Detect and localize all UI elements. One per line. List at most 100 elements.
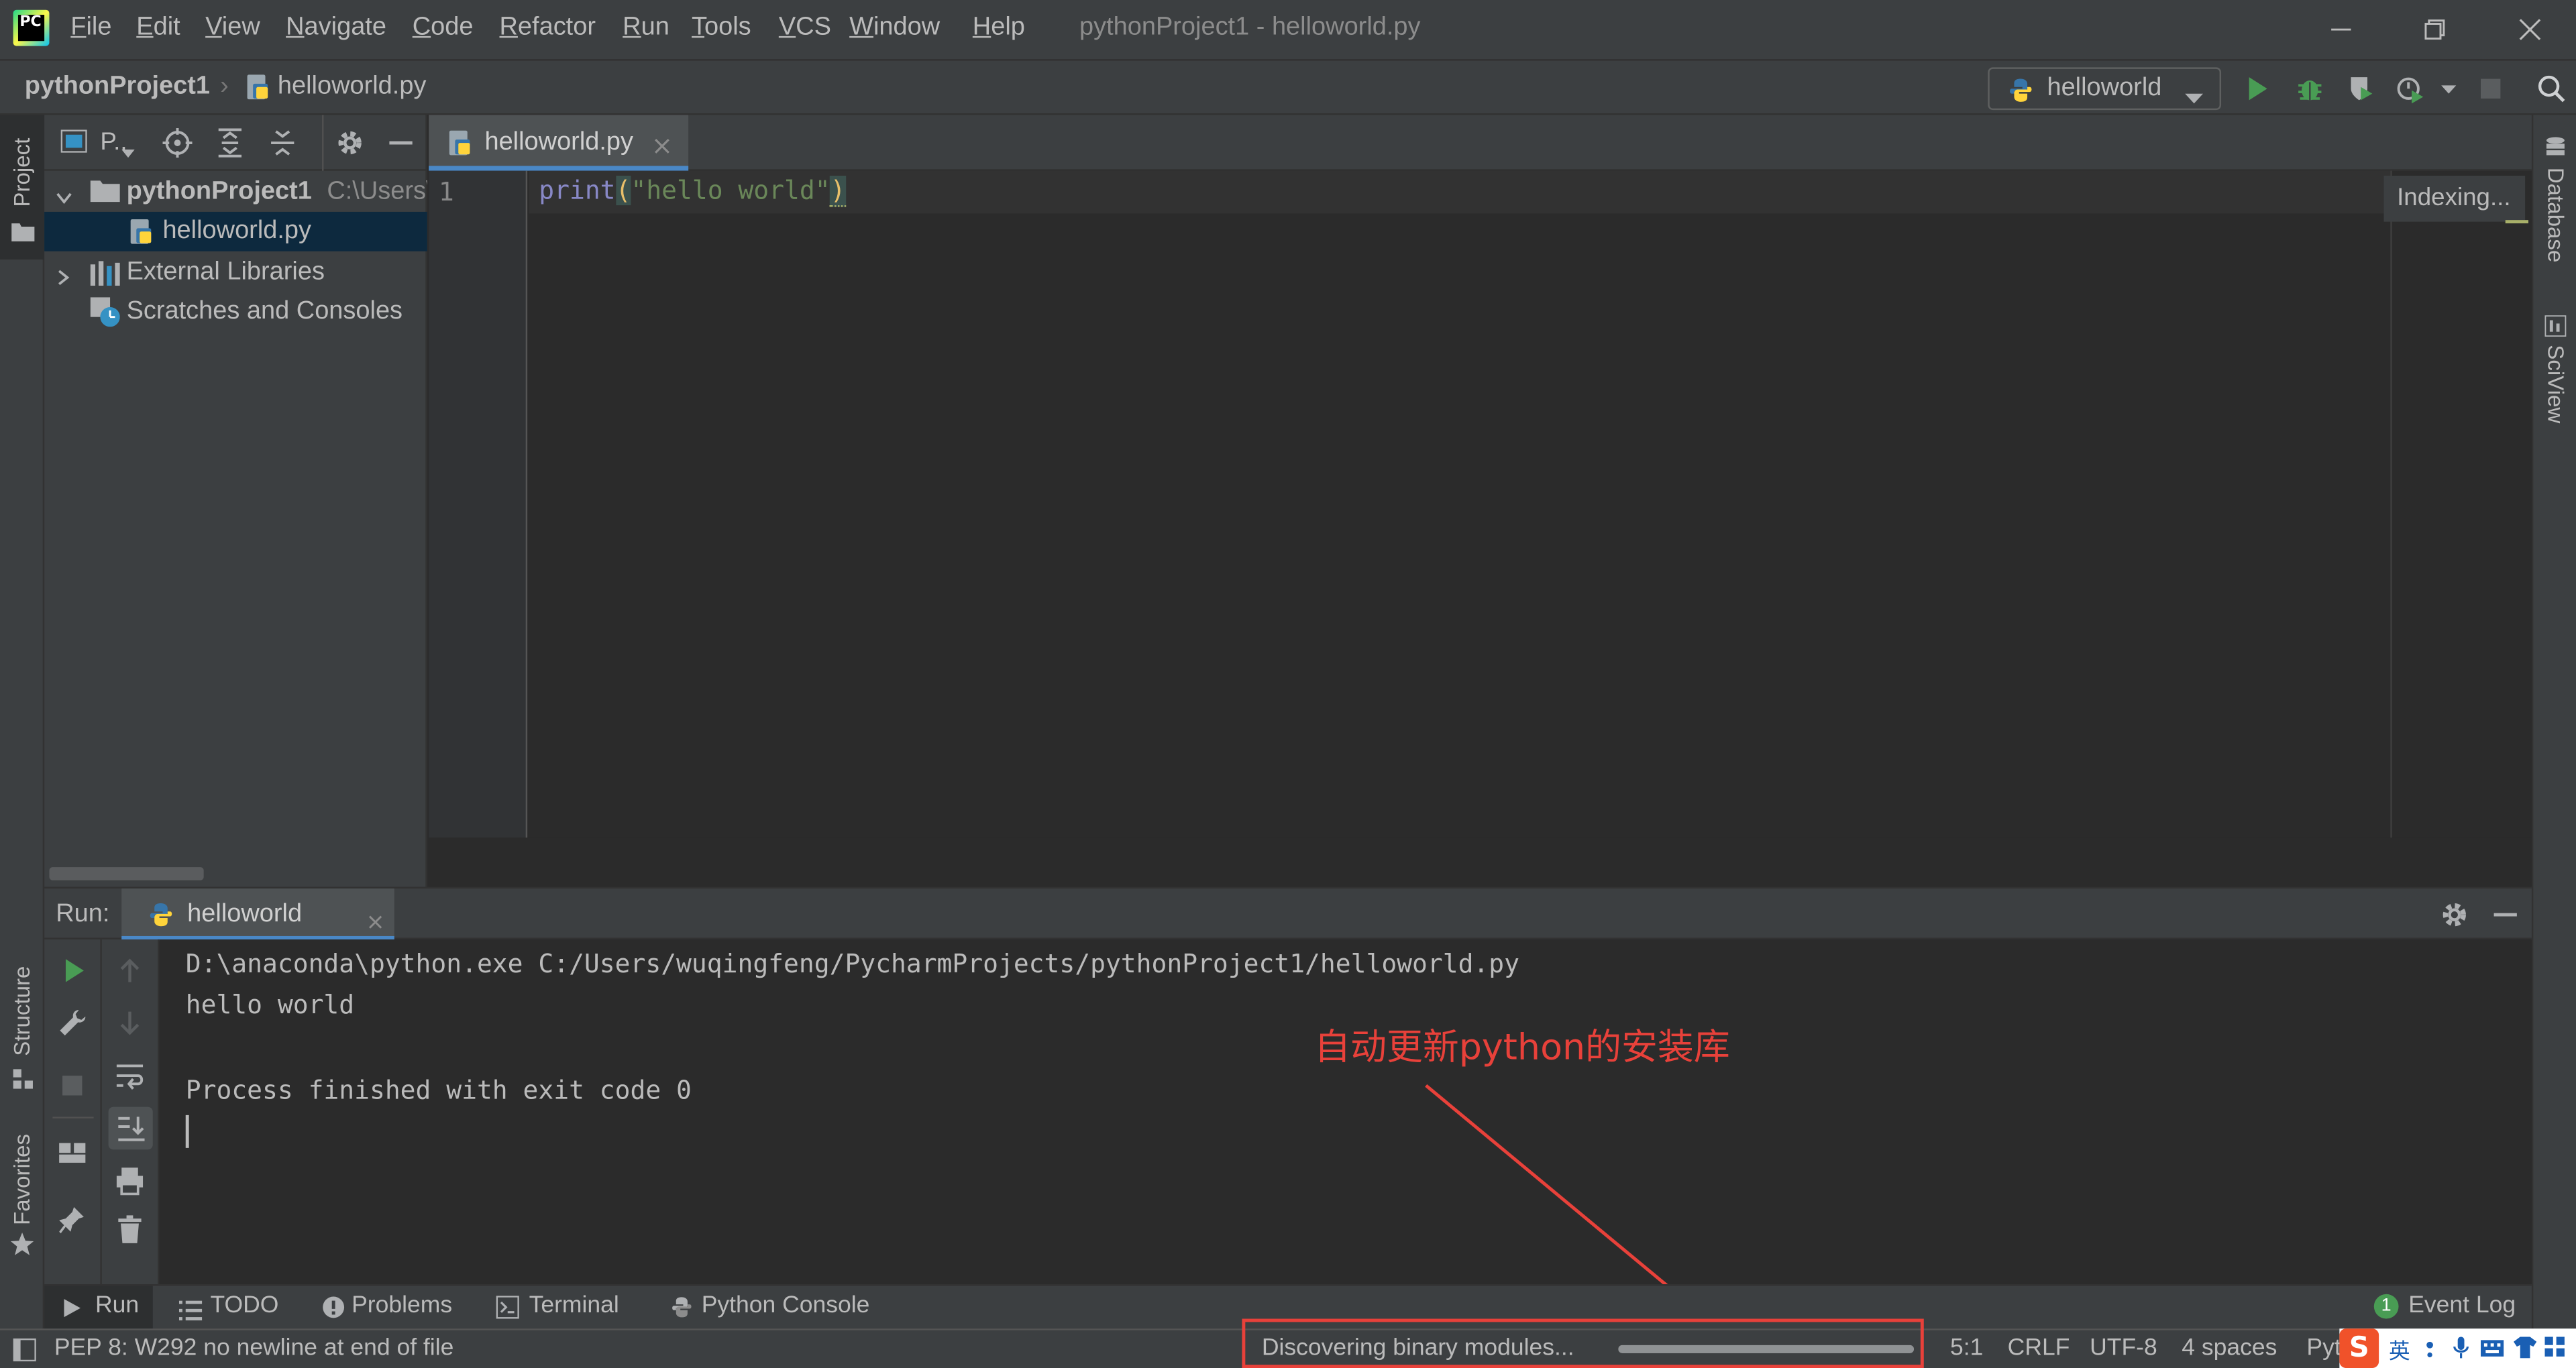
tool-tab-problems[interactable]: Problems [319,1286,499,1330]
horizontal-scrollbar[interactable] [49,867,204,880]
indexing-label: Indexing... [2397,184,2511,212]
ime-menu-icon[interactable] [2544,1336,2567,1365]
tool-tab-run[interactable]: Run [44,1286,153,1330]
editor-tab-helloworld[interactable]: helloworld.py [429,115,689,171]
tree-item-helloworld[interactable]: helloworld.py [44,211,427,251]
breadcrumb-separator-icon: › [220,72,229,101]
list-icon [178,1299,203,1327]
run-panel-header: Run: helloworld [44,887,2532,942]
logo-text: PC [17,15,45,42]
run-configuration-selector[interactable]: helloworld [1988,67,2222,111]
warning-stripe-marker[interactable] [2505,220,2529,224]
progress-bar [1618,1345,1915,1353]
more-run-options-icon[interactable] [2440,74,2473,107]
tree-item-project-root[interactable]: pythonProject1 C:\Users\ [44,172,427,212]
search-everywhere-icon[interactable] [2536,74,2569,107]
close-tab-icon[interactable] [368,908,383,936]
debug-button[interactable] [2295,74,2328,107]
favorites-tool-tab[interactable]: Favorites [0,1120,44,1267]
tool-tab-label: Python Console [701,1292,870,1319]
python-file-icon [449,129,472,162]
restore-button[interactable] [2402,10,2467,50]
python-file-icon [246,74,269,100]
ime-toolbar[interactable]: S 英 [2339,1328,2576,1368]
print-icon[interactable] [115,1166,144,1202]
menu-edit[interactable]: Edit [136,13,180,43]
breadcrumb-file[interactable]: helloworld.py [278,72,427,102]
menu-tools[interactable]: Tools [692,13,751,43]
tool-tab-todo[interactable]: TODO [176,1286,311,1330]
arrow-up-icon[interactable] [117,956,143,992]
database-tool-label: Database [2543,167,2568,263]
stop-button[interactable] [61,1074,84,1104]
menu-file[interactable]: File [70,13,111,43]
pin-icon[interactable] [59,1206,85,1242]
collapse-all-icon[interactable] [270,128,296,164]
tree-item-label: Scratches and Consoles [126,297,403,325]
status-message[interactable]: PEP 8: W292 no newline at end of file [54,1335,454,1361]
menu-refactor[interactable]: Refactor [499,13,595,43]
profile-button[interactable] [2396,74,2428,107]
console-line: hello world [185,990,355,1020]
rerun-button[interactable] [59,956,89,992]
line-separator[interactable]: CRLF [2008,1335,2070,1361]
menu-help[interactable]: Help [973,13,1025,43]
menu-view[interactable]: View [205,13,260,43]
run-tab-helloworld[interactable]: helloworld [121,888,394,942]
indexing-indicator: Indexing... [2383,176,2526,222]
soft-wrap-icon[interactable] [115,1061,144,1097]
menu-run[interactable]: Run [623,13,669,43]
menu-window[interactable]: Window [849,13,940,43]
skin-shirt-icon[interactable] [2513,1336,2537,1365]
progress-text[interactable]: Discovering binary modules... [1262,1335,1574,1361]
breadcrumb-project[interactable]: pythonProject1 [25,72,210,102]
expand-all-icon[interactable] [217,128,243,164]
structure-tool-tab[interactable]: Structure [0,944,44,1100]
toggle-tool-windows-icon[interactable] [13,1338,36,1368]
locate-file-icon[interactable] [162,128,193,164]
toolbar-divider [322,115,324,171]
code-editor[interactable]: 1 print("hello world") Indexing... [429,170,2532,838]
ime-punctuation-icon[interactable] [2422,1336,2445,1366]
project-tool-tab[interactable]: Project [0,115,45,260]
hide-panel-icon[interactable] [388,128,414,164]
tool-tab-terminal[interactable]: Terminal [494,1286,669,1330]
ime-language[interactable]: 英 [2389,1334,2410,1365]
scroll-to-end-button[interactable] [108,1106,153,1150]
gear-icon[interactable] [2440,900,2469,936]
database-tool-tab[interactable]: Database [2533,128,2576,284]
minimize-button[interactable] [2308,10,2374,50]
python-interpreter[interactable]: Pyt [2306,1335,2341,1361]
hide-panel-icon[interactable] [2492,900,2518,936]
menu-navigate[interactable]: Navigate [286,13,386,43]
keyboard-icon[interactable] [2480,1336,2504,1365]
sciview-icon [2543,314,2568,343]
close-window-button[interactable] [2497,10,2563,50]
trash-icon[interactable] [117,1215,143,1251]
stop-button[interactable] [2477,74,2510,107]
chevron-down-icon [56,184,72,212]
arrow-down-icon[interactable] [117,1009,143,1045]
gear-icon[interactable] [335,128,365,164]
caret-position[interactable]: 5:1 [1950,1335,1983,1361]
tree-item-external-libraries[interactable]: External Libraries [44,253,427,292]
run-with-coverage-button[interactable] [2346,74,2379,107]
tool-tab-python-console[interactable]: Python Console [669,1286,915,1330]
run-console[interactable]: D:\anaconda\python.exe C:/Users/wuqingfe… [159,939,2532,1285]
menu-code[interactable]: Code [413,13,474,43]
layout-icon[interactable] [58,1140,87,1173]
file-encoding[interactable]: UTF-8 [2090,1335,2157,1361]
run-toolbar-secondary [101,939,160,1285]
run-tab-label: helloworld [187,900,303,928]
event-log-tab[interactable]: 1 Event Log [2373,1286,2532,1330]
run-button[interactable] [2243,74,2275,107]
database-icon [2545,136,2567,166]
close-tab-icon[interactable] [654,133,670,161]
sciview-tool-tab[interactable]: SciView [2533,308,2576,440]
microphone-icon[interactable] [2451,1336,2471,1366]
wrench-icon[interactable] [58,1009,87,1045]
tree-item-scratches[interactable]: Scratches and Consoles [44,292,427,332]
annotation-text: 自动更新python的安装库 [1314,1028,1730,1070]
menu-vcs[interactable]: VCS [779,13,831,43]
indent-setting[interactable]: 4 spaces [2182,1335,2277,1361]
